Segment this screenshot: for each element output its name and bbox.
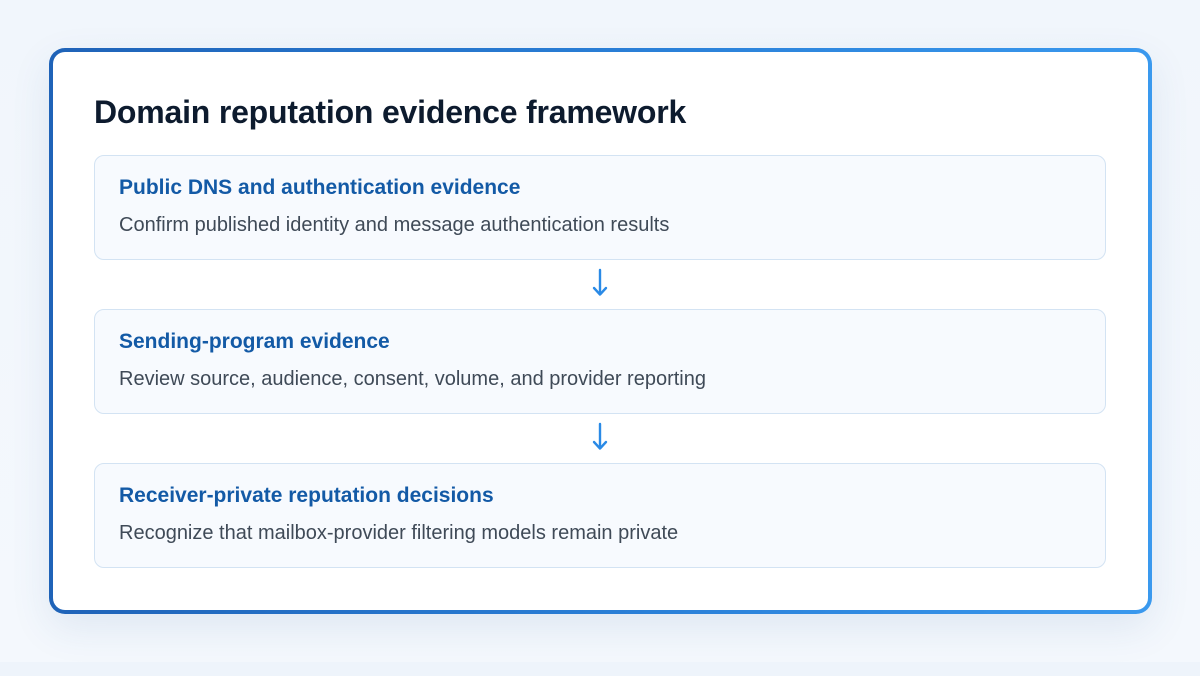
page-footer-band [0,662,1200,676]
step-description: Recognize that mailbox-provider filterin… [119,522,679,544]
diagram-panel: Domain reputation evidence framework Pub… [53,52,1148,610]
arrow-down-icon [592,268,608,296]
step-description: Review source, audience, consent, volume… [119,368,706,390]
step-title: Receiver-private reputation decisions [119,484,494,507]
step-description: Confirm published identity and message a… [119,214,670,236]
diagram-frame: Domain reputation evidence framework Pub… [49,48,1152,614]
step-title: Public DNS and authentication evidence [119,176,521,199]
step-card-public-dns: Public DNS and authentication evidence C… [94,155,1106,260]
arrow-down-icon [592,422,608,450]
step-title: Sending-program evidence [119,330,390,353]
step-card-sending-program: Sending-program evidence Review source, … [94,309,1106,414]
step-card-receiver-private: Receiver-private reputation decisions Re… [94,463,1106,568]
diagram-title: Domain reputation evidence framework [94,94,687,130]
